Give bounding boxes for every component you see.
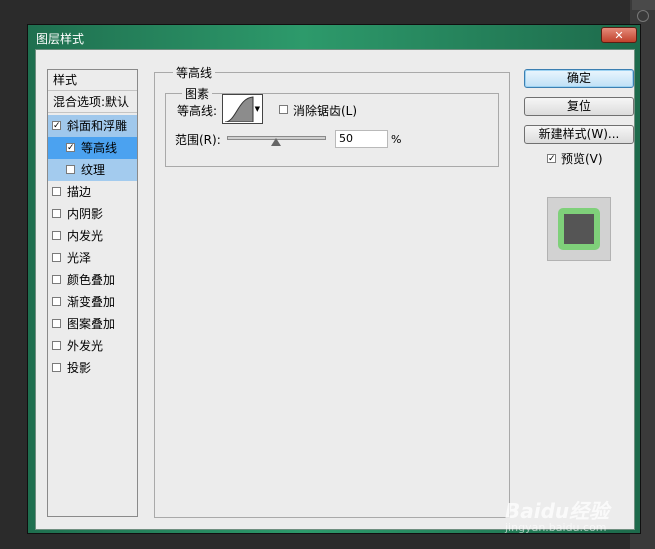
range-slider-thumb[interactable] bbox=[271, 138, 281, 146]
ok-button[interactable]: 确定 bbox=[524, 69, 634, 88]
chevron-down-icon[interactable]: ▼ bbox=[255, 105, 260, 113]
style-item-label: 渐变叠加 bbox=[67, 295, 116, 309]
anti-alias-label: 消除锯齿(L) bbox=[293, 104, 358, 118]
style-item-contour[interactable]: ✓ 等高线 bbox=[48, 137, 137, 159]
contour-section: 等高线 图素 等高线: ▼ 消除锯齿(L) 范围(R): 50 % bbox=[154, 64, 510, 518]
drop-shadow-checkbox[interactable] bbox=[52, 363, 61, 372]
style-item-pattern-overlay[interactable]: 图案叠加 bbox=[48, 313, 137, 335]
group-title: 图素 bbox=[182, 85, 213, 102]
blend-options-item[interactable]: 混合选项:默认 bbox=[48, 92, 137, 113]
new-style-button[interactable]: 新建样式(W)... bbox=[524, 125, 634, 144]
style-item-label: 图案叠加 bbox=[67, 317, 116, 331]
dialog-body: 样式 混合选项:默认 ✓ 斜面和浮雕 ✓ 等高线 纹理 描边 内阴影 内发光 光… bbox=[35, 49, 635, 530]
style-item-color-overlay[interactable]: 颜色叠加 bbox=[48, 269, 137, 291]
style-item-drop-shadow[interactable]: 投影 bbox=[48, 357, 137, 379]
style-item-gradient-overlay[interactable]: 渐变叠加 bbox=[48, 291, 137, 313]
preview-label: 预览(V) bbox=[561, 152, 603, 166]
preview-checkbox[interactable]: ✓ bbox=[547, 154, 556, 164]
style-item-label: 投影 bbox=[67, 361, 92, 375]
style-item-label: 内阴影 bbox=[67, 207, 104, 221]
style-item-label: 颜色叠加 bbox=[67, 273, 116, 287]
gradient-overlay-checkbox[interactable] bbox=[52, 297, 61, 306]
elements-group: 图素 等高线: ▼ 消除锯齿(L) 范围(R): 50 % bbox=[165, 85, 499, 167]
style-item-label: 外发光 bbox=[67, 339, 104, 353]
range-label: 范围(R): bbox=[175, 133, 221, 147]
panel-tab[interactable] bbox=[632, 0, 655, 10]
style-item-stroke[interactable]: 描边 bbox=[48, 181, 137, 203]
color-overlay-checkbox[interactable] bbox=[52, 275, 61, 284]
style-item-inner-glow[interactable]: 内发光 bbox=[48, 225, 137, 247]
style-item-inner-shadow[interactable]: 内阴影 bbox=[48, 203, 137, 225]
style-item-label: 内发光 bbox=[67, 229, 104, 243]
reset-button[interactable]: 复位 bbox=[524, 97, 634, 116]
watermark-url: jingyan.baidu.com bbox=[505, 521, 607, 534]
style-item-label: 等高线 bbox=[81, 141, 118, 155]
satin-checkbox[interactable] bbox=[52, 253, 61, 262]
contour-checkbox[interactable]: ✓ bbox=[66, 143, 75, 153]
stroke-checkbox[interactable] bbox=[52, 187, 61, 196]
range-unit: % bbox=[391, 133, 402, 146]
style-item-label: 描边 bbox=[67, 185, 92, 199]
contour-picker[interactable]: ▼ bbox=[222, 94, 263, 124]
range-input[interactable]: 50 bbox=[335, 130, 388, 148]
style-item-label: 光泽 bbox=[67, 251, 92, 265]
preview-square bbox=[564, 214, 594, 244]
pattern-overlay-checkbox[interactable] bbox=[52, 319, 61, 328]
layer-style-dialog: 图层样式 ✕ 样式 混合选项:默认 ✓ 斜面和浮雕 ✓ 等高线 纹理 描边 内阴… bbox=[27, 24, 641, 534]
inner-shadow-checkbox[interactable] bbox=[52, 209, 61, 218]
style-item-label: 纹理 bbox=[81, 163, 106, 177]
contour-curve-icon bbox=[224, 96, 254, 122]
baidu-watermark: Baidu经验 bbox=[505, 499, 610, 523]
style-item-bevel-emboss[interactable]: ✓ 斜面和浮雕 bbox=[48, 115, 137, 137]
style-preview-thumbnail bbox=[547, 197, 611, 261]
style-item-outer-glow[interactable]: 外发光 bbox=[48, 335, 137, 357]
inner-glow-checkbox[interactable] bbox=[52, 231, 61, 240]
texture-checkbox[interactable] bbox=[66, 165, 75, 174]
style-item-satin[interactable]: 光泽 bbox=[48, 247, 137, 269]
outer-glow-checkbox[interactable] bbox=[52, 341, 61, 350]
styles-list: 样式 混合选项:默认 ✓ 斜面和浮雕 ✓ 等高线 纹理 描边 内阴影 内发光 光… bbox=[47, 69, 138, 517]
bevel-emboss-checkbox[interactable]: ✓ bbox=[52, 121, 61, 131]
section-title: 等高线 bbox=[173, 64, 216, 81]
dialog-title: 图层样式 bbox=[36, 32, 85, 46]
close-button[interactable]: ✕ bbox=[601, 27, 637, 43]
style-item-texture[interactable]: 纹理 bbox=[48, 159, 137, 181]
styles-header[interactable]: 样式 bbox=[48, 70, 137, 91]
search-icon[interactable] bbox=[637, 10, 649, 22]
anti-alias-checkbox[interactable] bbox=[279, 105, 288, 114]
style-item-label: 斜面和浮雕 bbox=[67, 119, 128, 133]
contour-label: 等高线: bbox=[177, 104, 218, 118]
